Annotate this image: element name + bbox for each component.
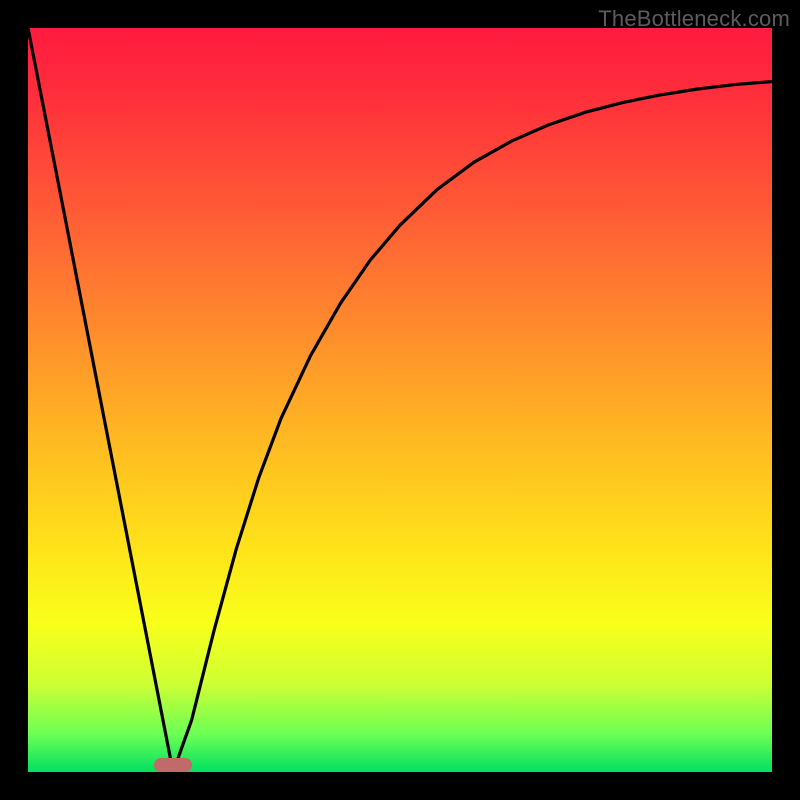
optimum-marker bbox=[154, 758, 191, 772]
chart-frame: TheBottleneck.com bbox=[0, 0, 800, 800]
watermark-text: TheBottleneck.com bbox=[598, 6, 790, 32]
chart-plot-area bbox=[28, 28, 772, 772]
bottleneck-curve bbox=[28, 28, 772, 772]
